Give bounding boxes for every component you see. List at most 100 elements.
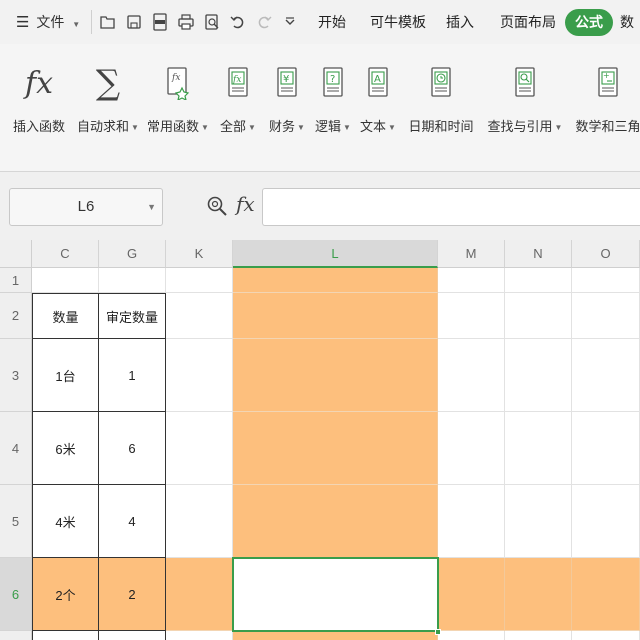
select-all-corner[interactable] bbox=[0, 240, 32, 268]
row-header-2[interactable]: 2 bbox=[0, 293, 32, 339]
cell-k4[interactable] bbox=[166, 412, 233, 485]
column-header-n[interactable]: N bbox=[505, 240, 572, 268]
open-icon[interactable] bbox=[99, 12, 117, 32]
tab-formulas[interactable]: 公式 bbox=[565, 9, 613, 36]
cell-m3[interactable] bbox=[438, 339, 505, 412]
name-box[interactable]: L6 ▼ bbox=[9, 188, 163, 226]
cell-l1[interactable] bbox=[233, 268, 438, 293]
cell-l4[interactable] bbox=[233, 412, 438, 485]
tab-insert[interactable]: 插入 bbox=[446, 0, 474, 44]
row-header-7[interactable] bbox=[0, 631, 32, 640]
cell-n1[interactable] bbox=[505, 268, 572, 293]
fx-icon[interactable]: fx bbox=[236, 192, 255, 216]
cell-m5[interactable] bbox=[438, 485, 505, 558]
cell-c7[interactable] bbox=[32, 631, 99, 640]
cell-c1[interactable] bbox=[32, 268, 99, 293]
row-header-5[interactable]: 5 bbox=[0, 485, 32, 558]
cell-c4[interactable]: 6米 bbox=[32, 412, 99, 485]
chevron-down-icon: ▼ bbox=[388, 123, 396, 133]
cell-g5[interactable]: 4 bbox=[99, 485, 166, 558]
math-button[interactable]: + 数学和三角 bbox=[570, 58, 640, 135]
cell-k2[interactable] bbox=[166, 293, 233, 339]
column-header-c[interactable]: C bbox=[32, 240, 99, 268]
cell-l7[interactable] bbox=[233, 631, 438, 640]
logic-button[interactable]: ? 逻辑 ▼ bbox=[310, 58, 356, 135]
cell-o1[interactable] bbox=[572, 268, 640, 293]
export-pdf-icon[interactable] bbox=[151, 12, 169, 32]
undo-icon[interactable] bbox=[229, 12, 247, 32]
zoom-search-icon[interactable] bbox=[206, 195, 228, 217]
tab-data[interactable]: 数 bbox=[620, 0, 634, 44]
cell-k7[interactable] bbox=[166, 631, 233, 640]
cell-k5[interactable] bbox=[166, 485, 233, 558]
cell-g4[interactable]: 6 bbox=[99, 412, 166, 485]
active-cell-l6[interactable] bbox=[232, 557, 439, 632]
tab-templates[interactable]: 可牛模板 bbox=[370, 0, 426, 44]
save-icon[interactable] bbox=[125, 12, 143, 32]
print-icon[interactable] bbox=[177, 12, 195, 32]
cell-o6[interactable] bbox=[572, 558, 640, 631]
cell-n5[interactable] bbox=[505, 485, 572, 558]
column-header-k[interactable]: K bbox=[166, 240, 233, 268]
cell-k1[interactable] bbox=[166, 268, 233, 293]
finance-button[interactable]: ¥ 财务 ▼ bbox=[264, 58, 310, 135]
redo-icon[interactable] bbox=[255, 12, 273, 32]
cell-k6[interactable] bbox=[166, 558, 233, 631]
cell-g3[interactable]: 1 bbox=[99, 339, 166, 412]
common-function-icon: fx bbox=[146, 58, 210, 108]
lookup-button[interactable]: 查找与引用 ▼ bbox=[486, 58, 564, 135]
formula-input[interactable] bbox=[262, 188, 640, 226]
row-header-3[interactable]: 3 bbox=[0, 339, 32, 412]
autosum-label: 自动求和 bbox=[77, 119, 130, 134]
insert-function-button[interactable]: fx 插入函数 bbox=[10, 58, 68, 135]
file-menu[interactable]: ☰ 文件 ▼ bbox=[16, 0, 80, 44]
column-header-g[interactable]: G bbox=[99, 240, 166, 268]
cell-o3[interactable] bbox=[572, 339, 640, 412]
cell-n2[interactable] bbox=[505, 293, 572, 339]
cell-g2[interactable]: 审定数量 bbox=[99, 293, 166, 339]
cell-o4[interactable] bbox=[572, 412, 640, 485]
column-header-m[interactable]: M bbox=[438, 240, 505, 268]
column-header-o[interactable]: O bbox=[572, 240, 640, 268]
cell-n4[interactable] bbox=[505, 412, 572, 485]
cell-l3[interactable] bbox=[233, 339, 438, 412]
cell-o2[interactable] bbox=[572, 293, 640, 339]
cell-n6[interactable] bbox=[505, 558, 572, 631]
fill-handle[interactable] bbox=[435, 629, 441, 635]
cell-l5[interactable] bbox=[233, 485, 438, 558]
cell-c2[interactable]: 数量 bbox=[32, 293, 99, 339]
common-function-button[interactable]: fx 常用函数 ▼ bbox=[146, 58, 210, 135]
tab-home[interactable]: 开始 bbox=[318, 0, 346, 44]
row-header-6[interactable]: 6 bbox=[0, 558, 32, 631]
datetime-button[interactable]: 日期和时间 bbox=[404, 58, 478, 135]
cell-m7[interactable] bbox=[438, 631, 505, 640]
cell-g7[interactable] bbox=[99, 631, 166, 640]
print-preview-icon[interactable] bbox=[203, 12, 221, 32]
cell-g6[interactable]: 2 bbox=[99, 558, 166, 631]
cell-m6[interactable] bbox=[438, 558, 505, 631]
cell-c6[interactable]: 2个 bbox=[32, 558, 99, 631]
text-function-button[interactable]: A 文本 ▼ bbox=[356, 58, 400, 135]
customize-chevron-icon[interactable] bbox=[281, 12, 299, 32]
cell-o5[interactable] bbox=[572, 485, 640, 558]
cell-n3[interactable] bbox=[505, 339, 572, 412]
cell-m4[interactable] bbox=[438, 412, 505, 485]
cell-m2[interactable] bbox=[438, 293, 505, 339]
cell-c5[interactable]: 4米 bbox=[32, 485, 99, 558]
cell-m1[interactable] bbox=[438, 268, 505, 293]
cell-g1[interactable] bbox=[99, 268, 166, 293]
row-header-4[interactable]: 4 bbox=[0, 412, 32, 485]
row-header-1[interactable]: 1 bbox=[0, 268, 32, 293]
svg-text:fx: fx bbox=[232, 75, 241, 85]
all-functions-button[interactable]: fx 全部 ▼ bbox=[216, 58, 260, 135]
cell-n7[interactable] bbox=[505, 631, 572, 640]
cell-k3[interactable] bbox=[166, 339, 233, 412]
column-header-l[interactable]: L bbox=[233, 240, 438, 268]
menu-divider bbox=[91, 10, 92, 34]
cell-l2[interactable] bbox=[233, 293, 438, 339]
chevron-down-icon[interactable]: ▼ bbox=[147, 189, 156, 225]
cell-c3[interactable]: 1台 bbox=[32, 339, 99, 412]
tab-page-layout[interactable]: 页面布局 bbox=[500, 0, 556, 44]
cell-o7[interactable] bbox=[572, 631, 640, 640]
autosum-button[interactable]: ∑ 自动求和 ▼ bbox=[76, 58, 140, 135]
